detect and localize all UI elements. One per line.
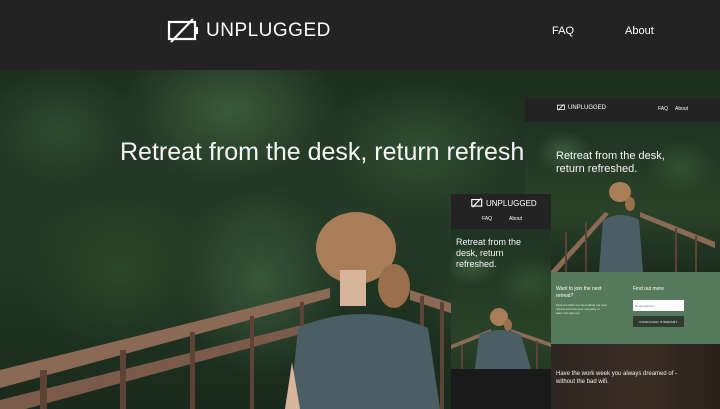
tablet-signup-panel: Want to join the next retreat? Find out …: [550, 272, 720, 344]
download-itinerary-button[interactable]: DOWNLOAD ITINERARY: [633, 316, 684, 327]
tablet-brand-logo[interactable]: UNPLUGGED: [557, 104, 606, 111]
unplugged-battery-slash-icon: [167, 18, 198, 43]
tablet-tagline-section: Have the work week you always dreamed of…: [525, 344, 720, 409]
mobile-brand-logo[interactable]: UNPLUGGED: [471, 198, 537, 208]
tablet-tagline: Have the work week you always dreamed of…: [556, 371, 678, 385]
mobile-nav-faq[interactable]: FAQ: [482, 216, 492, 222]
email-input[interactable]: [633, 300, 684, 311]
tablet-bridge-photo: [550, 182, 715, 272]
nav-about[interactable]: About: [625, 25, 654, 37]
tablet-nav-faq[interactable]: FAQ: [658, 106, 668, 112]
signup-heading: Want to join the next retreat?: [556, 286, 602, 299]
tablet-header: UNPLUGGED FAQ About: [525, 98, 720, 122]
mobile-hero-image: Retreat from the desk, return refreshed.: [451, 229, 551, 409]
tablet-hero-headline: Retreat from the desk, return refreshed.: [556, 150, 665, 175]
signup-body: Find out when we are holding our next re…: [556, 303, 607, 315]
unplugged-battery-slash-icon: [557, 104, 565, 111]
hero-headline: Retreat from the desk, return refreshed.: [120, 138, 560, 166]
signup-side-heading: Find out more: [633, 286, 664, 292]
mobile-hero-headline: Retreat from the desk, return refreshed.: [456, 237, 522, 269]
mobile-nav-about[interactable]: About: [509, 216, 522, 222]
brand-name: UNPLUGGED: [206, 20, 331, 41]
mobile-header: UNPLUGGED FAQ About: [451, 194, 551, 229]
tablet-nav-about[interactable]: About: [675, 106, 688, 112]
unplugged-battery-slash-icon: [471, 198, 483, 208]
site-header: UNPLUGGED FAQ About: [0, 0, 720, 70]
tablet-hero-image: Retreat from the desk, return refreshed.: [525, 122, 720, 272]
brand-logo[interactable]: UNPLUGGED: [167, 18, 331, 44]
nav-faq[interactable]: FAQ: [552, 25, 574, 37]
mobile-preview: UNPLUGGED FAQ About Retreat from the des…: [451, 194, 551, 409]
mobile-brand-name: UNPLUGGED: [486, 198, 537, 208]
tablet-brand-name: UNPLUGGED: [568, 104, 607, 111]
tablet-preview: UNPLUGGED FAQ About Retreat from the des…: [525, 98, 720, 409]
